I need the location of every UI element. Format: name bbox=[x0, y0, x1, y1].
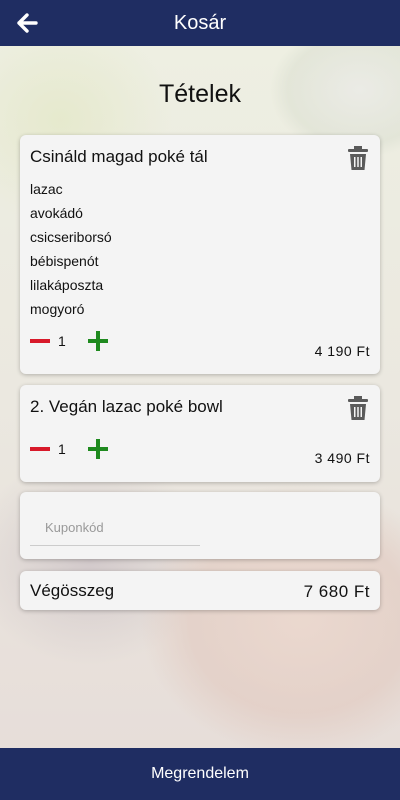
back-button[interactable] bbox=[12, 8, 42, 38]
item-price: 4 190 Ft bbox=[314, 343, 370, 359]
quantity-stepper: 1 bbox=[30, 331, 108, 351]
coupon-card bbox=[20, 492, 380, 559]
ingredient-item: lilakáposzta bbox=[30, 277, 104, 293]
ingredient-item: csicseriborsó bbox=[30, 229, 112, 245]
ingredient-item: avokádó bbox=[30, 205, 83, 221]
item-price: 3 490 Ft bbox=[314, 450, 370, 466]
arrow-left-icon bbox=[17, 13, 38, 33]
order-button[interactable]: Megrendelem bbox=[0, 748, 400, 800]
app-header: Kosár bbox=[0, 0, 400, 46]
total-card: Végösszeg 7 680 Ft bbox=[20, 571, 380, 610]
increase-quantity-button[interactable] bbox=[88, 331, 108, 351]
header-title: Kosár bbox=[173, 11, 227, 34]
order-button-label: Megrendelem bbox=[151, 765, 249, 782]
delete-item-button[interactable] bbox=[348, 396, 368, 420]
trash-icon bbox=[348, 146, 368, 170]
ingredient-item: mogyoró bbox=[30, 301, 85, 317]
decrease-quantity-button[interactable] bbox=[30, 439, 50, 459]
ingredient-item: bébispenót bbox=[30, 253, 99, 269]
item-name: 2. Vegán lazac poké bowl bbox=[30, 397, 223, 416]
quantity-value: 1 bbox=[58, 333, 66, 349]
ingredient-list: lazac avokádó csicseriborsó bébispenót l… bbox=[30, 181, 112, 325]
quantity-stepper: 1 bbox=[30, 439, 108, 459]
cart-item-card: Csináld magad poké tál lazac avokádó csi… bbox=[20, 135, 380, 374]
delete-item-button[interactable] bbox=[348, 146, 368, 170]
ingredient-item: lazac bbox=[30, 181, 63, 197]
coupon-input[interactable] bbox=[30, 510, 200, 546]
total-value: 7 680 Ft bbox=[303, 582, 370, 601]
item-name: Csináld magad poké tál bbox=[30, 147, 208, 166]
total-label: Végösszeg bbox=[30, 581, 115, 600]
page-title: Tételek bbox=[159, 80, 241, 108]
cart-item-card: 2. Vegán lazac poké bowl 1 3 490 Ft bbox=[20, 385, 380, 482]
decrease-quantity-button[interactable] bbox=[30, 331, 50, 351]
quantity-value: 1 bbox=[58, 441, 66, 457]
trash-icon bbox=[348, 396, 368, 420]
increase-quantity-button[interactable] bbox=[88, 439, 108, 459]
